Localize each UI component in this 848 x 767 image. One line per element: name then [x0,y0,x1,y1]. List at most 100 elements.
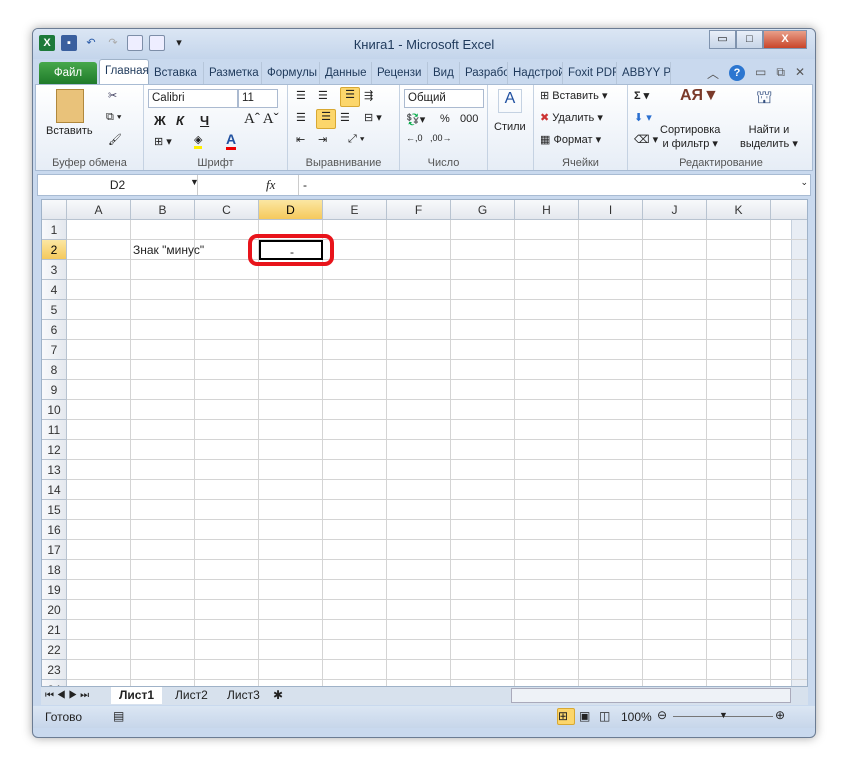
select-all-corner[interactable] [42,200,67,220]
cell-4[interactable] [771,280,807,300]
cell-E13[interactable] [323,460,387,480]
cell-D17[interactable] [259,540,323,560]
cell-11[interactable] [771,420,807,440]
cell-A21[interactable] [67,620,131,640]
decrease-decimal-icon[interactable]: ,00→ [430,133,452,143]
cell-B18[interactable] [131,560,195,580]
cell-F5[interactable] [387,300,451,320]
cell-K22[interactable] [707,640,771,660]
cell-H8[interactable] [515,360,579,380]
cell-J2[interactable] [643,240,707,260]
row-header[interactable]: 4 [42,280,67,300]
font-name-select[interactable]: Calibri [148,89,238,108]
cell-13[interactable] [771,460,807,480]
cell-G19[interactable] [451,580,515,600]
cell-K13[interactable] [707,460,771,480]
cell-F17[interactable] [387,540,451,560]
cell-H4[interactable] [515,280,579,300]
cell-J20[interactable] [643,600,707,620]
cell-K18[interactable] [707,560,771,580]
cell-K21[interactable] [707,620,771,640]
cell-I20[interactable] [579,600,643,620]
cell-B21[interactable] [131,620,195,640]
cell-E12[interactable] [323,440,387,460]
align-right-icon[interactable]: ☰ [340,111,350,124]
cell-B1[interactable] [131,220,195,240]
cell-I4[interactable] [579,280,643,300]
cell-D19[interactable] [259,580,323,600]
cell-G22[interactable] [451,640,515,660]
cell-B11[interactable] [131,420,195,440]
cell-K24[interactable] [707,680,771,686]
wrap-text-icon[interactable]: ⇶ [364,89,373,102]
column-header[interactable]: A [67,200,131,220]
cell-H6[interactable] [515,320,579,340]
cell-J4[interactable] [643,280,707,300]
cell-C10[interactable] [195,400,259,420]
column-header[interactable]: J [643,200,707,220]
cell-C14[interactable] [195,480,259,500]
row-header[interactable]: 16 [42,520,67,540]
cell-G3[interactable] [451,260,515,280]
cell-G24[interactable] [451,680,515,686]
cell-K17[interactable] [707,540,771,560]
cell-K7[interactable] [707,340,771,360]
cell-J24[interactable] [643,680,707,686]
cell-B20[interactable] [131,600,195,620]
cell-E15[interactable] [323,500,387,520]
cell-D21[interactable] [259,620,323,640]
cell-A24[interactable] [67,680,131,686]
cell-D4[interactable] [259,280,323,300]
insert-sheet-icon[interactable]: ✱ [273,687,283,704]
cell-A2[interactable] [67,240,131,260]
cell-B2[interactable]: Знак "минус" [131,240,204,260]
cell-A8[interactable] [67,360,131,380]
cell-H14[interactable] [515,480,579,500]
cell-H13[interactable] [515,460,579,480]
number-format-select[interactable]: Общий [404,89,484,108]
cell-14[interactable] [771,480,807,500]
row-header[interactable]: 6 [42,320,67,340]
copy-icon[interactable]: ⧉ ▾ [106,111,122,124]
cell-F18[interactable] [387,560,451,580]
cell-24[interactable] [771,680,807,686]
cell-8[interactable] [771,360,807,380]
cell-A19[interactable] [67,580,131,600]
name-box-dropdown-icon[interactable]: ▼ [190,177,199,187]
tab-8[interactable]: Разрабо [460,62,508,84]
cell-J12[interactable] [643,440,707,460]
cell-A4[interactable] [67,280,131,300]
cell-K12[interactable] [707,440,771,460]
doc-minimize-icon[interactable]: ▭ [755,65,766,82]
cell-F4[interactable] [387,280,451,300]
format-cells-button[interactable]: ▦ Формат ▾ [540,133,601,146]
cell-J1[interactable] [643,220,707,240]
cell-K8[interactable] [707,360,771,380]
row-header[interactable]: 15 [42,500,67,520]
cell-I19[interactable] [579,580,643,600]
cell-E1[interactable] [323,220,387,240]
cell-E19[interactable] [323,580,387,600]
cell-K2[interactable] [707,240,771,260]
fill-icon[interactable]: ⬇ ▾ [634,111,652,124]
tab-1[interactable]: Главная [99,59,149,84]
cell-17[interactable] [771,540,807,560]
row-header[interactable]: 11 [42,420,67,440]
row-header[interactable]: 3 [42,260,67,280]
row-header[interactable]: 10 [42,400,67,420]
cell-H7[interactable] [515,340,579,360]
cell-A20[interactable] [67,600,131,620]
cell-G2[interactable] [451,240,515,260]
fill-color-icon[interactable]: ◈ [194,133,203,149]
find-select-button[interactable]: Найти и выделить ▾ [740,123,798,151]
cell-C12[interactable] [195,440,259,460]
row-header[interactable]: 21 [42,620,67,640]
cell-J14[interactable] [643,480,707,500]
cell-D20[interactable] [259,600,323,620]
cell-J18[interactable] [643,560,707,580]
cell-I22[interactable] [579,640,643,660]
increase-decimal-icon[interactable]: ←,0 [406,133,423,143]
cell-F24[interactable] [387,680,451,686]
cell-F11[interactable] [387,420,451,440]
cell-K23[interactable] [707,660,771,680]
